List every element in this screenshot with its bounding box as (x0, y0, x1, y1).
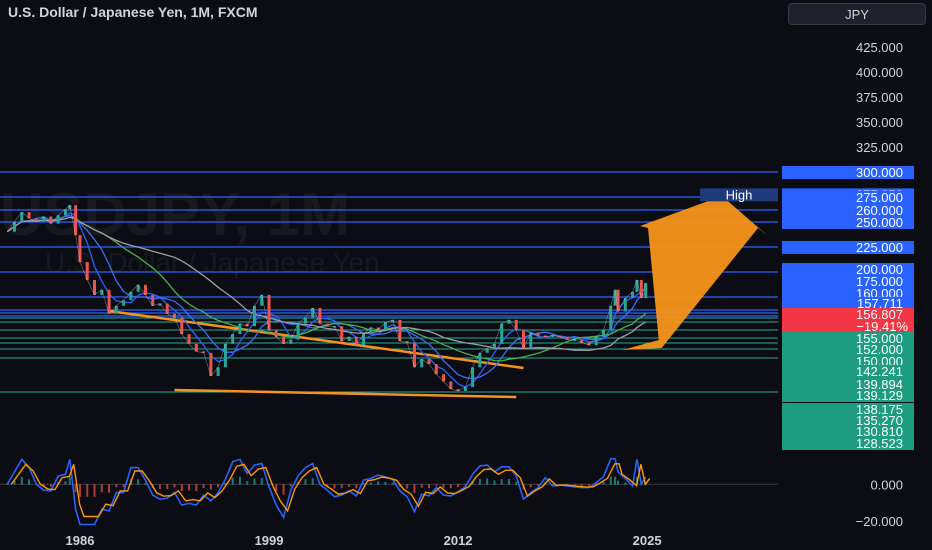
histogram-bar (493, 480, 496, 485)
currency-button[interactable]: JPY (788, 3, 926, 25)
price-candle (616, 289, 620, 312)
histogram-bar (435, 484, 438, 486)
histogram-bar (49, 484, 52, 487)
histogram-bar (100, 484, 103, 493)
histogram-bar (115, 484, 118, 488)
watermark-symbol: USDJPY, 1M (0, 181, 350, 248)
histogram-bar (486, 478, 489, 485)
histogram-bar (413, 484, 416, 493)
histogram-bar (587, 484, 590, 486)
price-axis-tick: 350.000 (856, 115, 903, 130)
histogram-bar (311, 478, 314, 485)
histogram-bar (355, 484, 358, 489)
histogram-bar (108, 484, 111, 493)
histogram-bar (617, 480, 620, 485)
histogram-bar (282, 484, 285, 495)
histogram-bar (86, 484, 89, 497)
histogram-bar (78, 484, 81, 497)
histogram-bar (580, 484, 583, 486)
chart-title: U.S. Dollar / Japanese Yen, 1M, FXCM (8, 4, 258, 20)
histogram-bar (93, 484, 96, 497)
histogram-bar (384, 482, 387, 485)
price-axis-tick: 375.000 (856, 90, 903, 105)
time-axis-tick: 1986 (66, 533, 95, 548)
time-axis-tick: 2025 (633, 533, 662, 548)
histogram-bar (158, 484, 161, 490)
histogram-bar (515, 481, 518, 485)
histogram-bar (20, 476, 23, 485)
histogram-bar (231, 477, 234, 485)
price-candle (644, 283, 648, 299)
histogram-bar (173, 484, 176, 488)
histogram-bar (180, 484, 183, 492)
price-candle (78, 235, 82, 263)
oscillator-axis-tick: −20.000 (856, 514, 903, 529)
histogram-bar (406, 484, 409, 489)
histogram-bar (137, 479, 140, 485)
histogram-bar (624, 482, 627, 485)
histogram-bar (260, 478, 263, 485)
histogram-bar (478, 478, 481, 485)
price-candle (635, 279, 639, 292)
histogram-bar (420, 484, 423, 488)
histogram-bar (188, 484, 191, 491)
histogram-bar (609, 476, 612, 485)
price-tag-label: 128.523 (856, 436, 903, 451)
histogram-bar (64, 481, 67, 485)
histogram-bar (68, 476, 71, 485)
price-tag-label: 300.000 (856, 165, 903, 180)
histogram-bar (217, 484, 220, 488)
histogram-bar (442, 484, 445, 489)
histogram-bar (253, 478, 256, 485)
price-axis-tick: 425.000 (856, 40, 903, 55)
histogram-bar (340, 484, 343, 489)
histogram-bar (602, 482, 605, 485)
histogram-bar (304, 479, 307, 485)
histogram-bar (246, 481, 249, 485)
price-tag-label: 225.000 (856, 240, 903, 255)
time-axis-tick: 1999 (255, 533, 284, 548)
usdjpy-chart[interactable]: USDJPY, 1M U.S. Dollar / Japanese Yen 42… (0, 0, 932, 550)
price-axis-tick: 325.000 (856, 140, 903, 155)
price-tag-label: 139.129 (856, 388, 903, 403)
histogram-bar (391, 482, 394, 485)
histogram-bar (166, 484, 169, 490)
oscillator-axis-tick: 0.000 (870, 477, 903, 492)
histogram-bar (427, 484, 430, 489)
histogram-bar (195, 484, 198, 492)
watermark-name: U.S. Dollar / Japanese Yen (45, 247, 380, 278)
histogram-bar (289, 484, 292, 487)
price-axis-tick: 400.000 (856, 65, 903, 80)
histogram-bar (238, 476, 241, 485)
histogram-bar (122, 484, 125, 488)
histogram-bar (500, 479, 503, 485)
histogram-bar (202, 484, 205, 489)
histogram-bar (28, 479, 31, 485)
symbol-watermark: USDJPY, 1M U.S. Dollar / Japanese Yen (0, 181, 380, 278)
high-note-label: High (726, 187, 753, 202)
histogram-bar (333, 484, 336, 489)
histogram-bar (377, 481, 380, 485)
histogram-bar (457, 484, 460, 488)
histogram-bar (449, 484, 452, 489)
histogram-bar (507, 479, 510, 485)
histogram-bar (529, 484, 532, 488)
histogram-bar (369, 482, 372, 485)
histogram-bar (348, 484, 351, 487)
price-tag-label: 250.000 (856, 215, 903, 230)
time-axis-tick: 2012 (444, 533, 473, 548)
histogram-bar (209, 484, 212, 490)
histogram-bar (614, 476, 617, 485)
